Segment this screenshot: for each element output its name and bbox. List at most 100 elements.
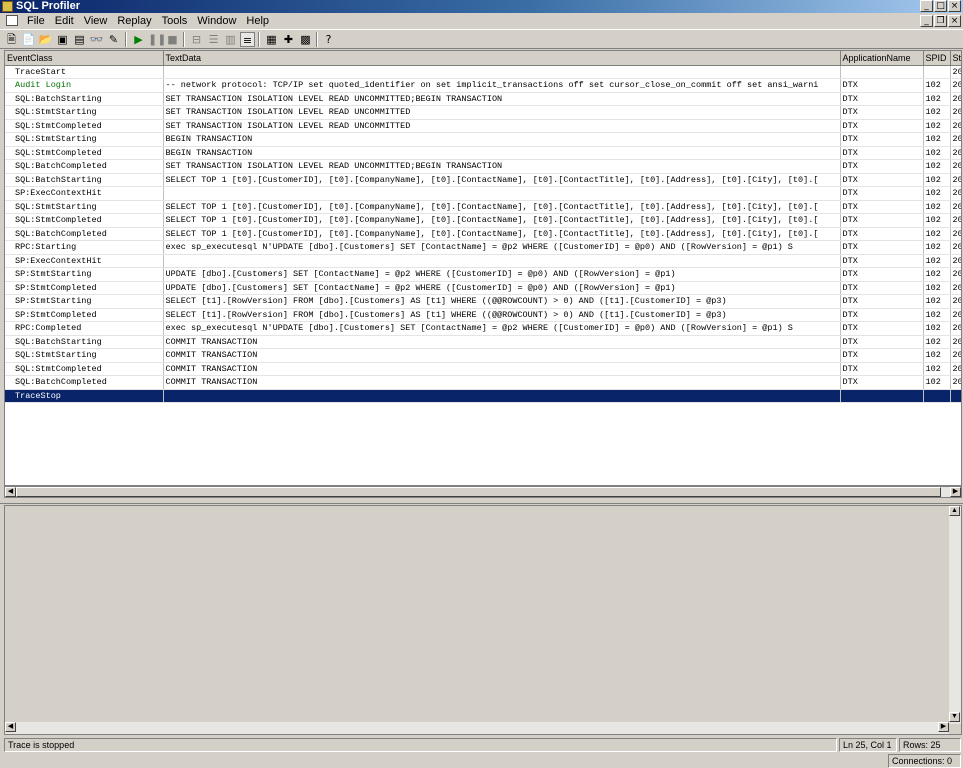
maximize-button[interactable]: □ <box>934 0 947 12</box>
header-row: EventClass TextData ApplicationName SPID… <box>5 51 961 66</box>
column-header-applicationname[interactable]: ApplicationName <box>840 51 924 66</box>
mdi-minimize-button[interactable]: _ <box>920 15 933 27</box>
menu-tools[interactable]: Tools <box>157 14 193 28</box>
stop-icon[interactable]: ■ <box>165 32 180 47</box>
find-icon[interactable]: 👓 <box>89 32 104 47</box>
column-header-spid[interactable]: SPID <box>923 51 951 66</box>
table-row[interactable]: SQL:StmtStarting SELECT TOP 1 [t0].[Custo… <box>5 200 961 214</box>
document-icon[interactable] <box>6 15 18 26</box>
trace-grid[interactable]: EventClass TextData ApplicationName SPID… <box>4 50 962 486</box>
scroll-left-icon[interactable]: ◀ <box>5 722 16 732</box>
pane-splitter[interactable] <box>0 499 963 504</box>
pause-icon[interactable]: ❚❚ <box>148 32 166 47</box>
empty-cell <box>163 416 840 430</box>
textdata-detail-pane[interactable]: ▲ ▼ ◀ ▶ <box>4 505 962 735</box>
query-analyzer-icon[interactable]: ▦ <box>264 32 279 47</box>
start-time-cell: 20 <box>950 200 961 214</box>
perfmon-icon[interactable]: ✚ <box>281 32 296 47</box>
application-name-cell: DTX <box>840 375 924 390</box>
text-data-cell <box>163 389 841 403</box>
scroll-thumb[interactable] <box>16 487 941 497</box>
column-header-starttime[interactable]: St <box>950 51 961 66</box>
scroll-down-icon[interactable]: ▼ <box>949 712 960 722</box>
table-row[interactable]: RPC:Starting exec sp_executesql N'UPDATE … <box>5 240 961 255</box>
table-row[interactable]: SQL:BatchCompleted SELECT TOP 1 [t0].[Cus… <box>5 227 961 241</box>
spid-cell: 102 <box>923 308 951 322</box>
event-class-cell: SQL:StmtCompleted <box>5 362 164 376</box>
group-icon[interactable]: ☰ <box>206 32 221 47</box>
menu-file[interactable]: File <box>22 14 50 28</box>
close-button[interactable]: × <box>948 0 961 12</box>
event-class-cell: SQL:BatchStarting <box>5 92 164 106</box>
table-row[interactable]: SQL:BatchCompleted COMMIT TRANSACTION DTX 1… <box>5 375 961 390</box>
table-row[interactable]: SP:ExecContextHit DTX 102 20 <box>5 186 961 201</box>
clear-window-icon[interactable]: ▩ <box>298 32 313 47</box>
table-row[interactable]: SQL:StmtCompleted BEGIN TRANSACTION DTX 102… <box>5 146 961 160</box>
toolbar-separator <box>258 32 260 47</box>
trace-rows: TraceStart 20 Audit Login -- network protoc… <box>5 65 961 484</box>
table-row[interactable]: SQL:BatchStarting COMMIT TRANSACTION DTX 10… <box>5 335 961 349</box>
column-header-eventclass[interactable]: EventClass <box>5 51 164 66</box>
menu-window[interactable]: Window <box>192 14 241 28</box>
table-row[interactable]: Audit Login -- network protocol: TCP/IP s… <box>5 78 961 93</box>
menu-replay[interactable]: Replay <box>112 14 156 28</box>
table-row[interactable]: SQL:BatchCompleted SET TRANSACTION ISOLAT… <box>5 159 961 174</box>
new-trace-icon[interactable]: 🗎 <box>4 32 19 47</box>
start-time-cell: 20 <box>950 321 961 336</box>
menu-help[interactable]: Help <box>241 14 274 28</box>
table-row[interactable]: SQL:BatchStarting SET TRANSACTION ISOLATI… <box>5 92 961 106</box>
table-row[interactable]: SP:ExecContextHit DTX 102 20 <box>5 254 961 268</box>
spid-cell: 102 <box>923 294 951 309</box>
table-row[interactable]: SP:StmtStarting SELECT [t1].[RowVersion] … <box>5 294 961 309</box>
scroll-up-icon[interactable]: ▲ <box>949 506 960 516</box>
spid-cell: 102 <box>923 254 951 268</box>
scroll-right-icon[interactable]: ▶ <box>950 487 961 497</box>
text-data-cell: BEGIN TRANSACTION <box>163 132 841 147</box>
cursor-position: Ln 25, Col 1 <box>839 738 897 752</box>
help-icon[interactable]: ? <box>321 32 336 47</box>
scroll-left-icon[interactable]: ◀ <box>5 487 16 497</box>
start-time-cell: 20 <box>950 105 961 120</box>
scroll-right-icon[interactable]: ▶ <box>938 722 949 732</box>
mdi-restore-button[interactable]: ❐ <box>934 15 947 27</box>
new-template-icon[interactable]: 📄 <box>21 32 36 47</box>
save-icon[interactable]: ▣ <box>55 32 70 47</box>
table-row[interactable]: SQL:StmtStarting SET TRANSACTION ISOLATIO… <box>5 105 961 120</box>
spid-cell: 102 <box>923 105 951 120</box>
table-row[interactable]: SP:StmtCompleted UPDATE [dbo].[Customers]… <box>5 281 961 295</box>
auto-scroll-icon[interactable]: ≡ <box>240 32 255 47</box>
properties-icon[interactable]: ▤ <box>72 32 87 47</box>
table-row[interactable]: TraceStart 20 <box>5 65 961 79</box>
application-name-cell: DTX <box>840 105 924 120</box>
menu-edit[interactable]: Edit <box>50 14 79 28</box>
table-row[interactable]: SP:StmtCompleted SELECT [t1].[RowVersion]… <box>5 308 961 322</box>
table-row[interactable]: SQL:StmtStarting BEGIN TRANSACTION DTX 102 2… <box>5 132 961 147</box>
clear-icon[interactable]: ✎ <box>106 32 121 47</box>
table-row[interactable]: SQL:StmtCompleted COMMIT TRANSACTION DTX 10… <box>5 362 961 376</box>
table-row[interactable]: RPC:Completed exec sp_executesql N'UPDATE… <box>5 321 961 336</box>
column-header-textdata[interactable]: TextData <box>163 51 841 66</box>
start-icon[interactable]: ▶ <box>131 32 146 47</box>
detail-vertical-scrollbar[interactable]: ▲ ▼ <box>949 506 961 724</box>
open-icon[interactable]: 📂 <box>38 32 53 47</box>
start-time-cell: 20 <box>950 375 961 390</box>
event-class-cell: SQL:StmtStarting <box>5 200 164 214</box>
table-row[interactable]: SQL:StmtCompleted SELECT TOP 1 [t0].[Cust… <box>5 213 961 228</box>
step-icon[interactable]: ⊟ <box>189 32 204 47</box>
empty-cell <box>5 403 163 417</box>
start-time-cell: 20 <box>950 132 961 147</box>
spid-cell: 102 <box>923 240 951 255</box>
ungroup-icon[interactable]: ▥ <box>223 32 238 47</box>
table-row[interactable]: TraceStop <box>5 389 961 403</box>
mdi-close-button[interactable]: × <box>948 15 961 27</box>
table-row[interactable]: SP:StmtStarting UPDATE [dbo].[Customers] … <box>5 267 961 282</box>
text-data-cell: -- network protocol: TCP/IP set quoted_i… <box>163 78 841 93</box>
minimize-button[interactable]: _ <box>920 0 933 12</box>
menu-view[interactable]: View <box>79 14 113 28</box>
event-class-cell: SQL:StmtCompleted <box>5 119 164 133</box>
table-row[interactable]: SQL:StmtCompleted SET TRANSACTION ISOLATI… <box>5 119 961 133</box>
table-row[interactable]: SQL:BatchStarting SELECT TOP 1 [t0].[Cust… <box>5 173 961 187</box>
grid-horizontal-scrollbar[interactable]: ◀ ▶ <box>4 486 962 498</box>
detail-horizontal-scrollbar[interactable]: ◀ ▶ <box>5 722 949 734</box>
table-row[interactable]: SQL:StmtStarting COMMIT TRANSACTION DTX 102… <box>5 348 961 363</box>
